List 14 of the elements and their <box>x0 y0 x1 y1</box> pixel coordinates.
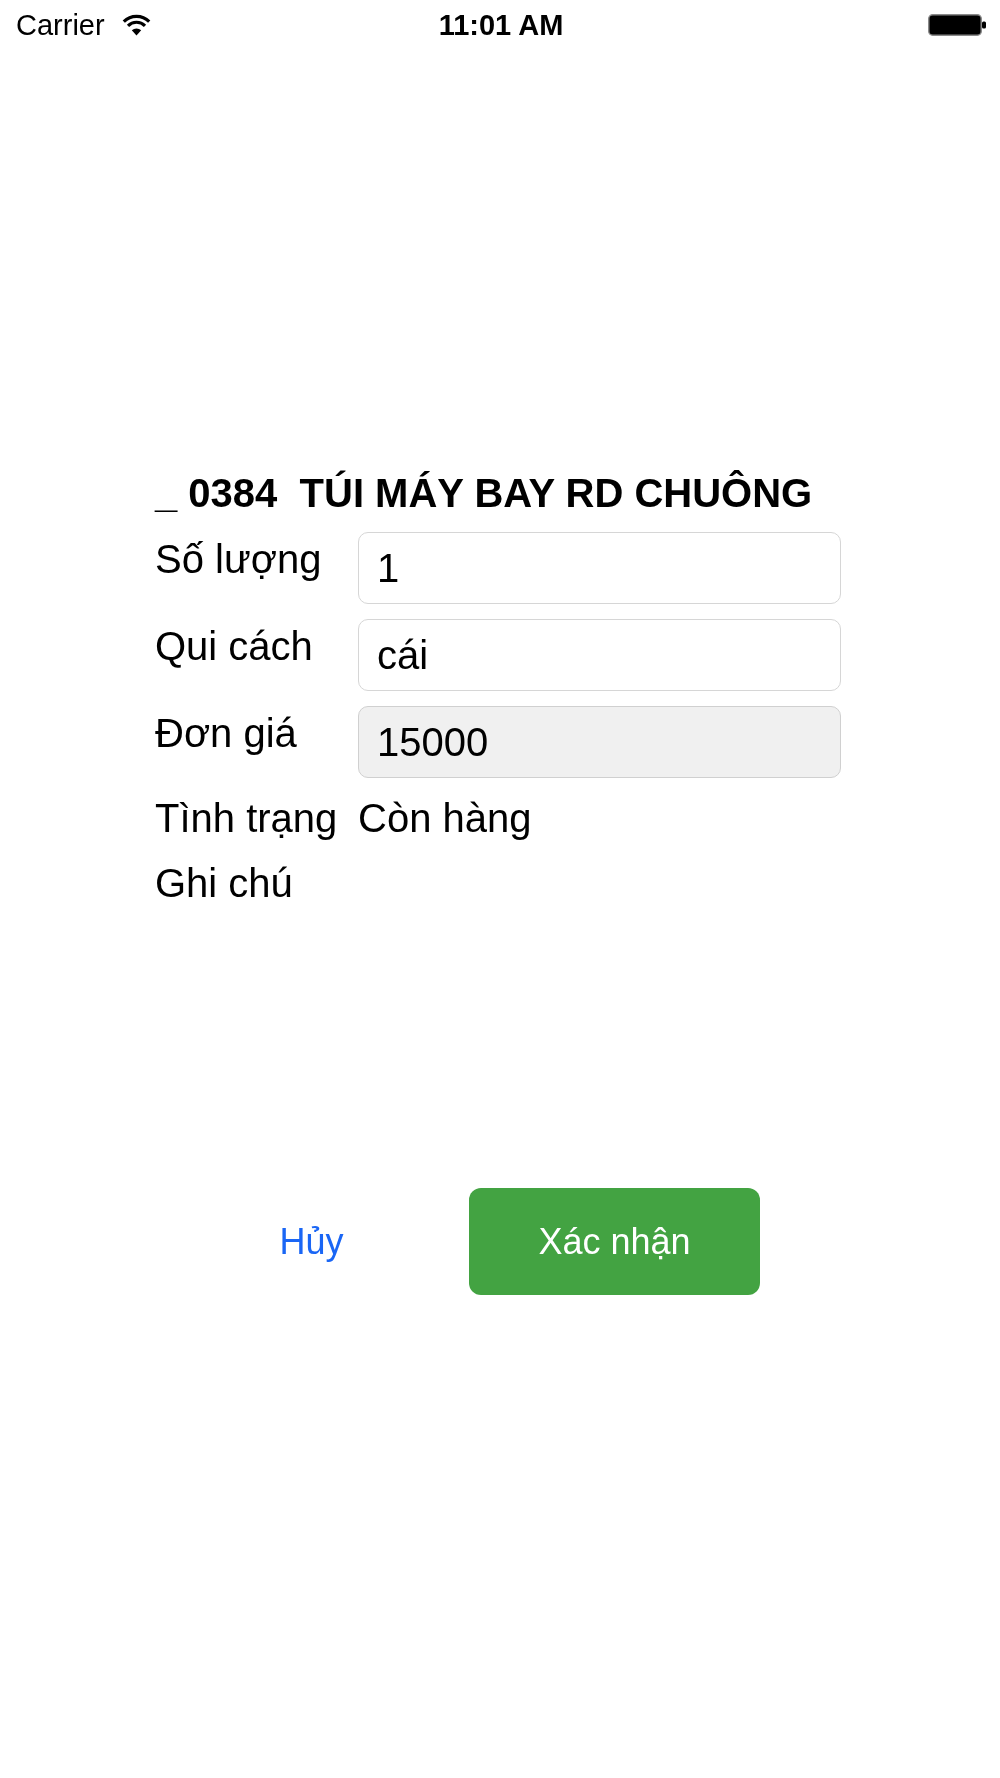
field-label: Tình trạng <box>155 795 339 842</box>
battery-icon <box>928 14 986 36</box>
field-label: Đơn giá <box>155 710 298 756</box>
field-value: Còn hàng <box>358 795 532 842</box>
input-field[interactable]: 1 <box>358 532 841 604</box>
field-label: Số lượng <box>155 536 323 582</box>
input-field[interactable]: cái <box>358 619 841 691</box>
cancel-button[interactable]: Hủy <box>279 1219 344 1264</box>
carrier-label: Carrier <box>16 8 105 42</box>
product-title: _ 0384 TÚI MÁY BAY RD CHUÔNG <box>155 471 814 515</box>
field-label: Ghi chú <box>155 860 294 907</box>
field-label: Qui cách <box>155 623 314 669</box>
wifi-icon <box>121 14 151 36</box>
status-time: 11:01 AM <box>438 8 564 42</box>
